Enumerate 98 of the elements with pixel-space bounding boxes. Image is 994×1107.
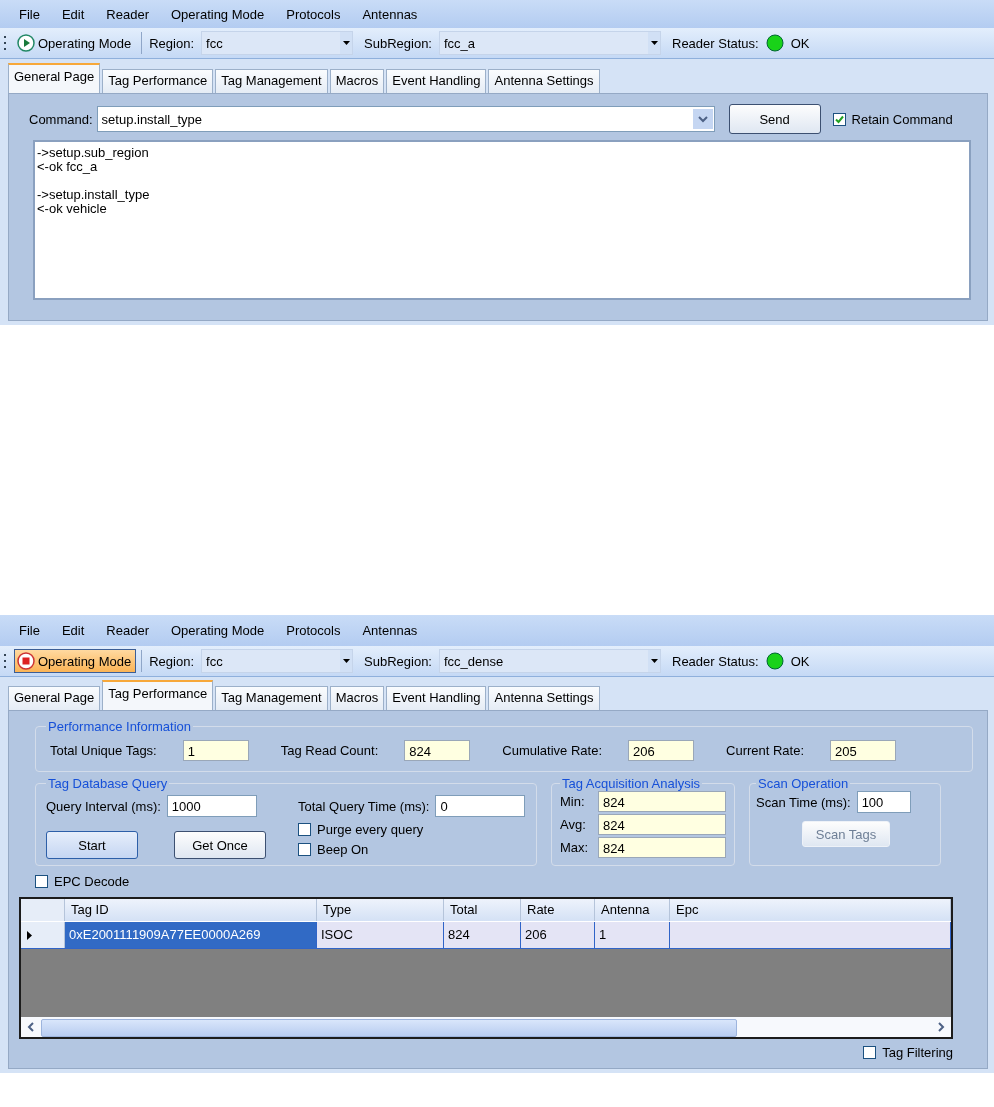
field-label: Max: xyxy=(560,840,590,855)
checkbox-icon xyxy=(298,843,311,856)
action-button[interactable]: Get Once xyxy=(174,831,266,859)
table-cell: 206 xyxy=(521,922,595,948)
send-button[interactable]: Send xyxy=(728,104,821,134)
option-checkbox[interactable]: Purge every query xyxy=(298,822,526,837)
status-dot xyxy=(765,34,784,52)
tab[interactable]: Macros xyxy=(329,69,385,93)
region-label: Region: xyxy=(148,653,196,669)
command-label: Command: xyxy=(29,111,93,127)
checkbox-icon xyxy=(832,112,846,126)
table-cell: 824 xyxy=(444,922,521,948)
subregion-label: SubRegion: xyxy=(363,653,433,669)
console-line: ->setup.sub_region xyxy=(37,146,150,160)
readout-field: 206 xyxy=(628,740,694,761)
dropdown-arrow-icon xyxy=(342,659,350,663)
region-label: Region: xyxy=(148,35,196,51)
menu-item[interactable]: Protocols xyxy=(275,4,352,24)
menu-item[interactable]: Operating Mode xyxy=(160,4,276,24)
reader-status-value: OK xyxy=(789,653,811,669)
readout-field: 824 xyxy=(598,791,726,812)
checkbox-icon xyxy=(35,875,48,888)
checkbox-icon xyxy=(298,823,311,836)
readout-field: 1 xyxy=(182,740,249,761)
tab[interactable]: General Page xyxy=(8,63,101,93)
field-label: Tag Read Count: xyxy=(280,743,379,758)
tab[interactable]: Tag Management xyxy=(215,686,328,710)
field-label: Scan Time (ms): xyxy=(756,794,851,810)
operating-mode-button[interactable]: Operating Mode xyxy=(14,649,137,673)
field-label: Total Query Time (ms): xyxy=(298,798,430,814)
menu-item[interactable]: Antennas xyxy=(351,621,429,640)
dropdown-arrow-icon xyxy=(650,659,658,663)
tab[interactable]: Tag Management xyxy=(215,69,328,93)
readout-field: 824 xyxy=(404,740,471,761)
tab[interactable]: Antenna Settings xyxy=(488,686,600,710)
option-checkbox[interactable]: Beep On xyxy=(298,842,526,857)
menu-item[interactable]: File xyxy=(8,4,51,24)
menu-item[interactable]: Operating Mode xyxy=(160,621,276,640)
tab[interactable]: Macros xyxy=(329,686,385,710)
group-title: Tag Database Query xyxy=(47,776,169,791)
operating-mode-button[interactable]: Operating Mode xyxy=(14,31,137,55)
command-field[interactable]: setup.install_type xyxy=(96,106,715,132)
menu-item[interactable]: Reader xyxy=(95,4,160,24)
tab[interactable]: General Page xyxy=(8,686,101,710)
input-field[interactable]: 0 xyxy=(435,795,526,817)
console-line: ->setup.install_type xyxy=(37,188,151,202)
horizontal-scrollbar[interactable] xyxy=(21,1017,951,1037)
field-label: Total Unique Tags: xyxy=(50,743,157,758)
menu-item[interactable]: Antennas xyxy=(351,4,429,24)
group-title: Scan Operation xyxy=(757,776,850,791)
input-field[interactable]: 100 xyxy=(856,791,911,813)
group-title: Tag Acquisition Analysis xyxy=(561,776,702,791)
table-cell: ISOC xyxy=(317,922,444,948)
menu-item[interactable]: Reader xyxy=(95,621,160,640)
current-row-icon xyxy=(27,930,32,940)
stop-icon xyxy=(17,652,35,670)
menu-item[interactable]: Edit xyxy=(50,4,96,24)
menu-item[interactable]: Protocols xyxy=(275,621,352,640)
field-label: Query Interval (ms): xyxy=(46,798,161,814)
epc-decode-checkbox[interactable]: EPC Decode xyxy=(35,874,130,889)
menu-item[interactable]: File xyxy=(8,621,51,640)
dropdown-arrow-icon xyxy=(650,41,658,45)
tab[interactable]: Event Handling xyxy=(386,69,487,93)
menu-item[interactable]: Edit xyxy=(50,621,96,640)
tab[interactable]: Tag Performance xyxy=(102,69,214,93)
console-line: <-ok vehicle xyxy=(37,202,107,216)
table-cell: 0xE2001111909A77EE0000A269 xyxy=(65,922,317,948)
readout-field: 824 xyxy=(598,837,726,858)
field-label: Min: xyxy=(560,794,586,809)
reader-status-label: Reader Status: xyxy=(671,35,760,51)
grip-icon xyxy=(4,653,7,669)
grip-icon xyxy=(4,35,7,51)
input-field[interactable]: 1000 xyxy=(166,795,257,817)
region-dropdown[interactable]: fcc xyxy=(201,31,354,55)
action-button[interactable]: Start xyxy=(46,831,138,859)
field-label: Current Rate: xyxy=(726,743,805,758)
table-cell: 1 xyxy=(595,922,670,948)
subregion-dropdown[interactable]: fcc_dense xyxy=(439,649,661,673)
status-dot xyxy=(765,652,784,670)
reader-status-value: OK xyxy=(789,35,811,51)
console-line: <-ok fcc_a xyxy=(37,160,98,174)
reader-status-label: Reader Status: xyxy=(671,653,760,669)
tag-filtering-checkbox[interactable]: Tag Filtering xyxy=(863,1045,953,1060)
subregion-dropdown[interactable]: fcc_a xyxy=(439,31,661,55)
tab[interactable]: Antenna Settings xyxy=(488,69,600,93)
play-icon xyxy=(17,34,35,52)
readout-field: 205 xyxy=(830,740,897,761)
readout-field: 824 xyxy=(598,814,726,835)
tab[interactable]: Event Handling xyxy=(386,686,487,710)
region-dropdown[interactable]: fcc xyxy=(201,649,354,673)
tab[interactable]: Tag Performance xyxy=(102,680,214,710)
checkbox-icon xyxy=(863,1046,877,1059)
retain-command-checkbox[interactable]: Retain Command xyxy=(832,111,953,127)
field-label: Cumulative Rate: xyxy=(502,743,602,758)
group-title: Performance Information xyxy=(47,719,193,734)
dropdown-arrow-icon xyxy=(342,41,350,45)
field-label: Avg: xyxy=(560,817,587,832)
subregion-label: SubRegion: xyxy=(363,35,433,51)
